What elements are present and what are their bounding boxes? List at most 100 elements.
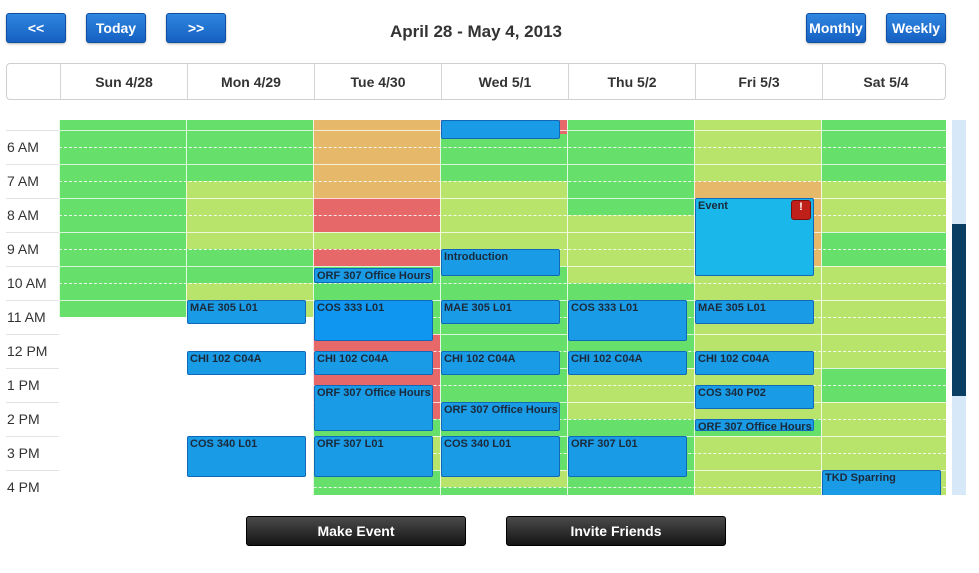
make-event-button[interactable]: Make Event [246, 516, 466, 546]
event-label: COS 340 L01 [190, 438, 258, 450]
event-label: MAE 305 L01 [698, 302, 766, 314]
day-header: Thu 5/2 [568, 64, 695, 99]
time-grid-line [6, 436, 59, 437]
calendar-event[interactable] [441, 120, 560, 139]
grid-line [59, 164, 946, 165]
day-header: Mon 4/29 [187, 64, 314, 99]
event-label: MAE 305 L01 [444, 302, 512, 314]
time-label: 4 PM [7, 479, 40, 495]
calendar-grid[interactable]: 6 AM 7 AM 8 AM 9 AM 10 AM 11 AM 12 PM 1 PM 2 PM 3… [6, 120, 946, 495]
day-column[interactable] [59, 120, 186, 495]
availability-block [567, 120, 694, 215]
time-label: 8 AM [7, 207, 39, 223]
event-label: CHI 102 C04A [190, 353, 262, 365]
time-label: 9 AM [7, 241, 39, 257]
availability-block [313, 232, 440, 249]
grid-line [59, 283, 946, 284]
event-label: ORF 307 Office Hours [317, 387, 431, 399]
conflict-warning-icon[interactable]: ! [791, 200, 811, 220]
calendar-event[interactable]: MAE 305 L01 [187, 300, 306, 324]
next-week-button[interactable]: >> [166, 13, 226, 43]
time-grid-line [6, 402, 59, 403]
calendar-event[interactable]: COS 340 P02 [695, 385, 814, 409]
time-label: 6 AM [7, 139, 39, 155]
grid-line [59, 487, 946, 488]
calendar-event[interactable]: CHI 102 C04A [441, 351, 560, 375]
column-divider [59, 120, 60, 495]
grid-line [59, 147, 946, 148]
event-label: Event [698, 200, 728, 212]
time-grid-line [6, 232, 59, 233]
event-label: ORF 307 L01 [317, 438, 384, 450]
time-label: 12 PM [7, 343, 48, 359]
event-label: MAE 305 L01 [190, 302, 258, 314]
grid-line [59, 334, 946, 335]
calendar-event[interactable]: ORF 307 Office Hours [314, 385, 433, 431]
calendar-event[interactable]: CHI 102 C04A [314, 351, 433, 375]
monthly-view-button[interactable]: Monthly [806, 13, 866, 43]
calendar-event[interactable]: Event! [695, 198, 814, 276]
day-header: Sun 4/28 [60, 64, 187, 99]
time-grid-line [6, 368, 59, 369]
calendar-event[interactable]: ORF 307 L01 [314, 436, 433, 477]
calendar-event[interactable]: COS 340 L01 [187, 436, 306, 477]
availability-block [313, 120, 440, 198]
time-label: 7 AM [7, 173, 39, 189]
time-grid-line [6, 266, 59, 267]
time-grid-line [6, 130, 59, 131]
calendar-event[interactable]: MAE 305 L01 [695, 300, 814, 324]
calendar-event[interactable]: ORF 307 L01 [568, 436, 687, 477]
day-header: Fri 5/3 [695, 64, 822, 99]
availability-block [313, 249, 440, 266]
time-grid-line [6, 470, 59, 471]
weekly-view-button[interactable]: Weekly [886, 13, 946, 43]
availability-block [567, 368, 694, 419]
calendar-event[interactable]: COS 333 L01 [314, 300, 433, 341]
invite-friends-button[interactable]: Invite Friends [506, 516, 726, 546]
calendar-event[interactable]: COS 340 L01 [441, 436, 560, 477]
calendar-event[interactable]: CHI 102 C04A [568, 351, 687, 375]
calendar-event[interactable]: COS 333 L01 [568, 300, 687, 341]
calendar-event[interactable]: CHI 102 C04A [187, 351, 306, 375]
event-label: COS 333 L01 [571, 302, 639, 314]
availability-block [440, 487, 567, 495]
time-label: 2 PM [7, 411, 40, 427]
time-label: 1 PM [7, 377, 40, 393]
event-label: COS 333 L01 [317, 302, 385, 314]
event-label: ORF 307 L01 [571, 438, 638, 450]
time-label: 10 AM [7, 275, 47, 291]
day-header-row: Sun 4/28 Mon 4/29 Tue 4/30 Wed 5/1 Thu 5/2 Fr… [6, 63, 946, 100]
previous-week-button[interactable]: << [6, 13, 66, 43]
event-label: ORF 307 Office Hours [317, 270, 431, 282]
scrollbar-thumb[interactable] [952, 224, 966, 396]
event-label: COS 340 L01 [444, 438, 512, 450]
event-label: CHI 102 C04A [444, 353, 516, 365]
event-label: Introduction [444, 251, 509, 263]
time-grid-line [6, 164, 59, 165]
event-label: ORF 307 Office Hours [698, 421, 812, 431]
today-button[interactable]: Today [86, 13, 146, 43]
calendar-event[interactable]: ORF 307 Office Hours [314, 268, 433, 283]
time-label: 3 PM [7, 445, 40, 461]
calendar-event[interactable]: CHI 102 C04A [695, 351, 814, 375]
availability-block [440, 134, 567, 181]
event-label: ORF 307 Office Hours [444, 404, 558, 416]
event-label: CHI 102 C04A [698, 353, 770, 365]
event-label: CHI 102 C04A [571, 353, 643, 365]
day-header: Sat 5/4 [822, 64, 949, 99]
availability-block [821, 181, 946, 232]
day-column[interactable] [821, 120, 946, 495]
calendar-event[interactable]: ORF 307 Office Hours [441, 402, 560, 431]
time-grid-line [6, 198, 59, 199]
calendar-event[interactable]: ORF 307 Office Hours [695, 419, 814, 431]
day-header: Wed 5/1 [441, 64, 568, 99]
event-label: TKD Sparring [825, 472, 896, 484]
calendar-event[interactable]: MAE 305 L01 [441, 300, 560, 324]
calendar-event[interactable]: TKD Sparring [822, 470, 941, 495]
time-grid-line [6, 300, 59, 301]
calendar-event[interactable]: Introduction [441, 249, 560, 276]
availability-block [59, 120, 186, 317]
day-header: Tue 4/30 [314, 64, 441, 99]
time-label: 11 AM [7, 309, 46, 325]
week-range-title: April 28 - May 4, 2013 [390, 22, 562, 41]
